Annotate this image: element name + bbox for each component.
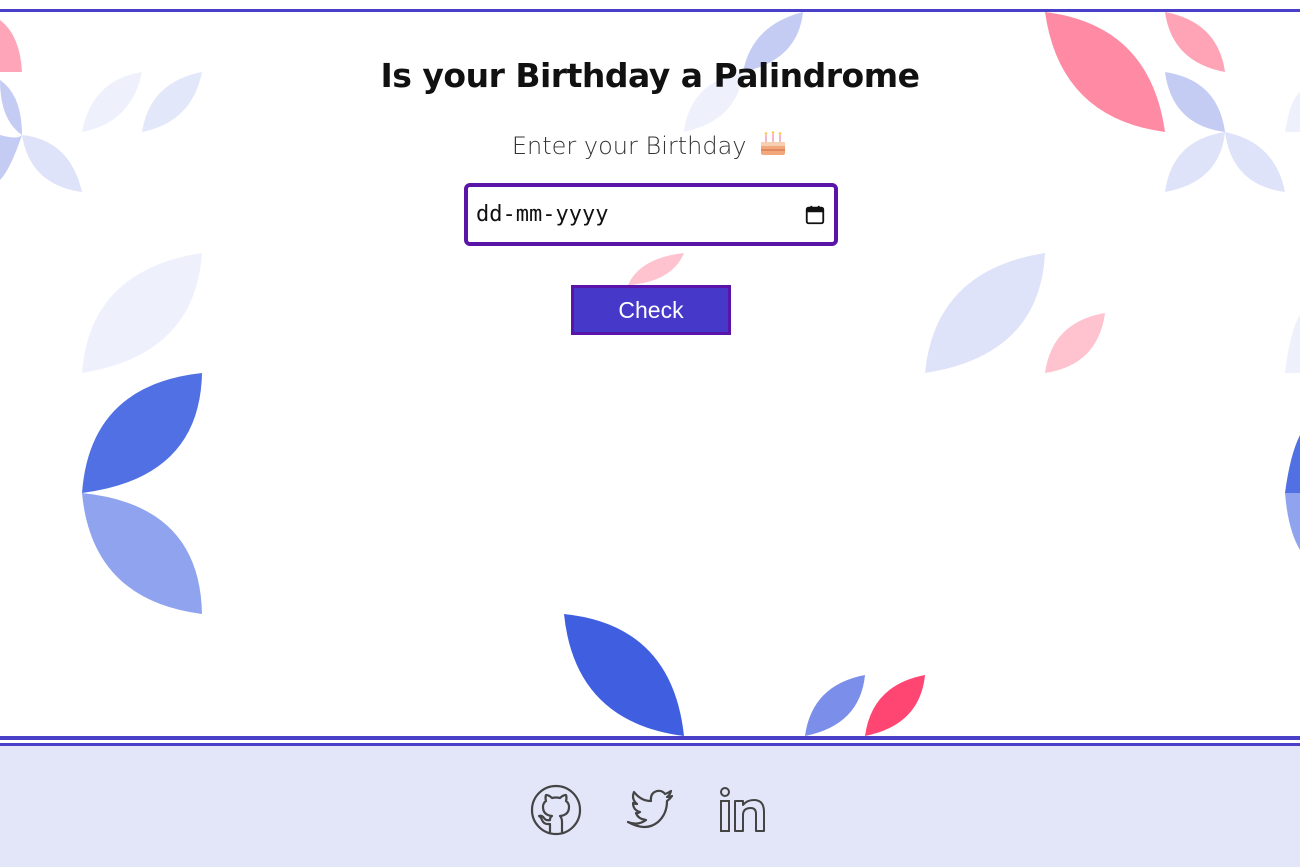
twitter-link[interactable] (622, 782, 678, 838)
page-title: Is your Birthday a Palindrome (380, 56, 920, 95)
linkedin-icon (720, 787, 765, 832)
date-placeholder: dd-mm-yyyy (476, 202, 609, 227)
github-icon (530, 784, 582, 836)
github-link[interactable] (528, 782, 584, 838)
subtitle-text: Enter your Birthday (511, 132, 747, 160)
check-button[interactable]: Check (571, 285, 731, 335)
footer (0, 743, 1300, 867)
footer-divider (0, 736, 1300, 740)
subtitle: Enter your Birthday (0, 128, 1300, 160)
page: Is your Birthday a Palindrome Enter your… (0, 0, 1300, 867)
linkedin-link[interactable] (716, 782, 772, 838)
top-border (0, 9, 1300, 12)
twitter-icon (626, 789, 674, 829)
birthday-date-input[interactable]: dd-mm-yyyy (464, 183, 838, 246)
calendar-icon[interactable] (804, 204, 826, 226)
main-content: Is your Birthday a Palindrome Enter your… (0, 0, 1300, 740)
birthday-cake-icon (761, 131, 786, 155)
